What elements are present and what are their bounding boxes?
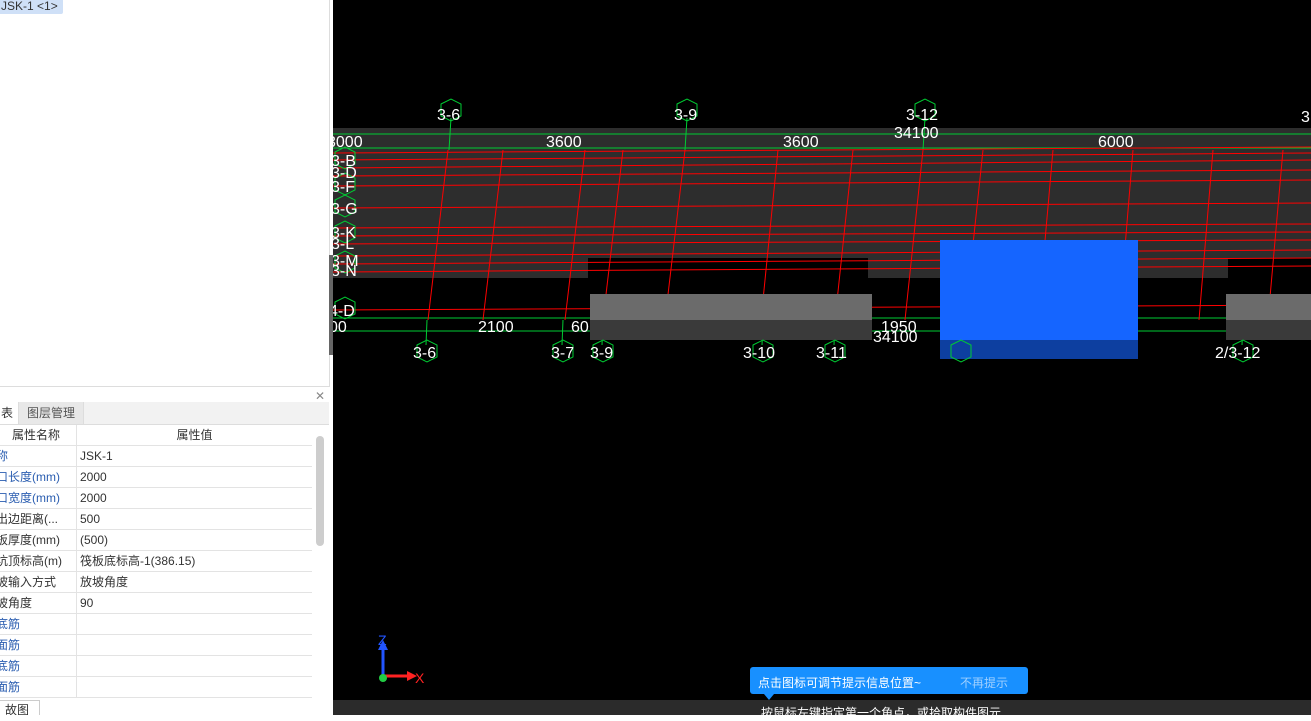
property-value[interactable]: 90 bbox=[77, 593, 315, 613]
row-axis-label: 3-L bbox=[333, 236, 354, 253]
drawing-viewport[interactable]: 3-6 3-9 3-12 3 3000 3600 3600 6000 34100… bbox=[333, 0, 1311, 700]
foundation-block[interactable] bbox=[590, 294, 872, 320]
dimension-label: 00 bbox=[333, 319, 347, 336]
component-tree: JSK-1 <1> bbox=[0, 0, 330, 387]
axis-gizmo: Z X bbox=[378, 632, 425, 686]
dimension-label: 6000 bbox=[1098, 134, 1134, 151]
dimension-label: 60 bbox=[571, 319, 589, 336]
hint-tooltip-text: 点击图标可调节提示信息位置~ bbox=[758, 676, 922, 690]
property-value[interactable]: 2000 bbox=[77, 467, 315, 487]
property-name: 坡输入方式 bbox=[0, 572, 77, 592]
close-icon[interactable]: ✕ bbox=[315, 389, 325, 403]
property-name: 称 bbox=[0, 446, 77, 466]
header-property-name: 属性名称 bbox=[0, 425, 77, 445]
dismiss-hint-link[interactable]: 不再提示 bbox=[960, 674, 1008, 691]
tree-node-jsk-1[interactable]: JSK-1 <1> bbox=[0, 0, 63, 14]
property-row[interactable]: 底筋 bbox=[0, 614, 312, 635]
axis-label: 3-9 bbox=[674, 107, 697, 124]
axis-label: 3 bbox=[1301, 109, 1310, 126]
property-row[interactable]: 面筋 bbox=[0, 635, 312, 656]
row-axis-label: 4-D bbox=[333, 303, 355, 320]
foundation-block-side bbox=[1226, 320, 1311, 340]
property-name: 坡角度 bbox=[0, 593, 77, 613]
drawing-canvas[interactable]: 3-6 3-9 3-12 3 3000 3600 3600 6000 34100… bbox=[333, 0, 1311, 700]
axis-label: 3-6 bbox=[413, 345, 436, 362]
property-name: 口长度(mm) bbox=[0, 467, 77, 487]
property-row[interactable]: 称 JSK-1 bbox=[0, 446, 312, 467]
property-value[interactable] bbox=[77, 656, 315, 676]
property-value[interactable]: JSK-1 bbox=[77, 446, 315, 466]
property-value[interactable]: 2000 bbox=[77, 488, 315, 508]
property-name: 面筋 bbox=[0, 677, 77, 697]
header-property-value: 属性值 bbox=[176, 428, 213, 442]
selected-pit-block-side bbox=[940, 340, 1138, 359]
axis-label: 3-7 bbox=[551, 345, 574, 362]
property-row[interactable]: 口宽度(mm) 2000 bbox=[0, 488, 312, 509]
property-grid-scrollbar[interactable] bbox=[316, 436, 324, 546]
dimension-label: 3600 bbox=[783, 134, 819, 151]
axis-label: 3-12 bbox=[906, 107, 938, 124]
foundation-block[interactable] bbox=[1226, 294, 1311, 320]
property-value[interactable] bbox=[77, 635, 315, 655]
property-row[interactable]: 底筋 bbox=[0, 656, 312, 677]
selected-pit-block[interactable] bbox=[940, 240, 1138, 340]
property-row[interactable]: 面筋 bbox=[0, 677, 312, 698]
property-tab-bar: 表 图层管理 bbox=[0, 402, 329, 425]
slab-gap bbox=[1228, 258, 1311, 278]
property-name: 底筋 bbox=[0, 656, 77, 676]
property-value[interactable] bbox=[77, 677, 315, 697]
property-row[interactable]: 口长度(mm) 2000 bbox=[0, 467, 312, 488]
foundation-block-side bbox=[590, 320, 872, 340]
axis-label: 3-9 bbox=[590, 345, 613, 362]
property-name: 坑顶标高(m) bbox=[0, 551, 77, 571]
property-name: 面筋 bbox=[0, 635, 77, 655]
tab-properties[interactable]: 表 bbox=[0, 402, 19, 424]
property-name: 口宽度(mm) bbox=[0, 488, 77, 508]
row-axis-label: 3-N bbox=[333, 263, 357, 280]
row-axis-label: 3-F bbox=[333, 179, 355, 196]
z-axis-label: Z bbox=[378, 632, 387, 648]
axis-label: 3-10 bbox=[743, 345, 775, 362]
dimension-label: 3000 bbox=[333, 134, 363, 151]
property-value[interactable]: 筏板底标高-1(386.15) bbox=[77, 551, 315, 571]
tab-layer-management[interactable]: 图层管理 bbox=[19, 402, 84, 424]
dimension-label: 3600 bbox=[546, 134, 582, 151]
property-value[interactable] bbox=[77, 614, 315, 634]
left-panel: JSK-1 <1> ✕ 表 图层管理 属性名称 属性值 称 JSK-1 口长度(… bbox=[0, 0, 333, 715]
property-name: 底筋 bbox=[0, 614, 77, 634]
property-row[interactable]: 板厚度(mm) (500) bbox=[0, 530, 312, 551]
status-bar: 按鼠标左键指定第一个角点，或拾取构件图元 bbox=[333, 700, 1311, 720]
status-prompt: 按鼠标左键指定第一个角点，或拾取构件图元 bbox=[761, 706, 1002, 720]
row-axis-label: 3-G bbox=[333, 201, 358, 218]
tab-drawing[interactable]: 故图 bbox=[0, 700, 40, 715]
dimension-label: 2100 bbox=[478, 319, 514, 336]
hint-tooltip[interactable]: 点击图标可调节提示信息位置~ 不再提示 bbox=[750, 667, 1028, 700]
property-value[interactable]: 放坡角度 bbox=[77, 572, 315, 592]
property-value[interactable]: (500) bbox=[77, 530, 315, 550]
property-row[interactable]: 坑顶标高(m) 筏板底标高-1(386.15) bbox=[0, 551, 312, 572]
x-axis-label: X bbox=[415, 670, 425, 686]
property-value[interactable]: 500 bbox=[77, 509, 315, 529]
property-row[interactable]: 坡输入方式 放坡角度 bbox=[0, 572, 312, 593]
total-dimension-label: 34100 bbox=[894, 125, 939, 142]
property-name: 出边距离(... bbox=[0, 509, 77, 529]
property-name: 板厚度(mm) bbox=[0, 530, 77, 550]
axis-label: 2/3-12 bbox=[1215, 345, 1260, 362]
total-dimension-label: 34100 bbox=[873, 329, 918, 346]
property-row[interactable]: 坡角度 90 bbox=[0, 593, 312, 614]
axis-label: 3-6 bbox=[437, 107, 460, 124]
property-grid-header: 属性名称 属性值 bbox=[0, 425, 312, 446]
property-row[interactable]: 出边距离(... 500 bbox=[0, 509, 312, 530]
axis-label: 3-11 bbox=[816, 345, 847, 362]
